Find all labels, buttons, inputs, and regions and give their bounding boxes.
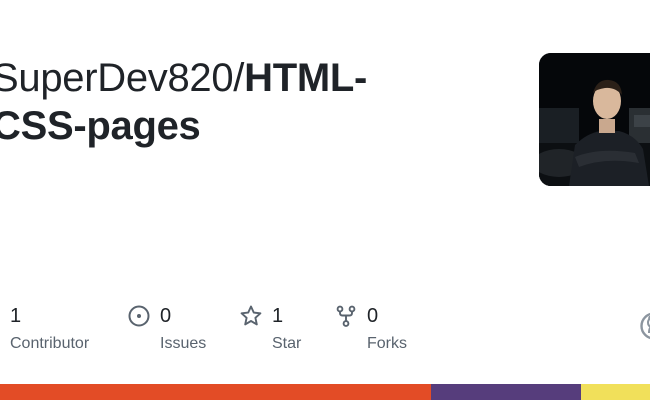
repo-forked-icon (334, 304, 358, 328)
stat-issues[interactable]: 0 Issues (127, 300, 237, 360)
stars-label: Star (272, 335, 302, 352)
repo-social-card: SuperDev820/HTML-CSS-pages 1 Contributor (0, 0, 650, 400)
github-mark-icon (640, 312, 650, 340)
issues-label: Issues (160, 335, 207, 352)
issue-opened-icon (127, 304, 151, 328)
forks-label: Forks (367, 335, 407, 352)
repo-stats: 1 Contributor 0 Issues 1 Star 0 Forks (0, 300, 650, 360)
contributors-label: Contributor (10, 335, 90, 352)
language-bar-segment (581, 384, 650, 400)
stat-stars[interactable]: 1 Star (239, 300, 329, 360)
star-icon (239, 304, 263, 328)
contributors-count: 1 (10, 305, 22, 327)
language-bar (0, 384, 650, 400)
stat-contributors[interactable]: 1 Contributor (10, 300, 120, 360)
issues-count: 0 (160, 305, 172, 327)
owner-avatar[interactable] (539, 53, 650, 186)
repo-title[interactable]: SuperDev820/HTML-CSS-pages (0, 54, 432, 150)
repo-owner[interactable]: SuperDev820/ (0, 56, 244, 100)
stars-count: 1 (272, 305, 284, 327)
language-bar-segment (430, 384, 582, 400)
stat-forks[interactable]: 0 Forks (334, 300, 434, 360)
forks-count: 0 (367, 305, 379, 327)
avatar-photo (539, 53, 650, 186)
language-bar-segment (0, 384, 431, 400)
